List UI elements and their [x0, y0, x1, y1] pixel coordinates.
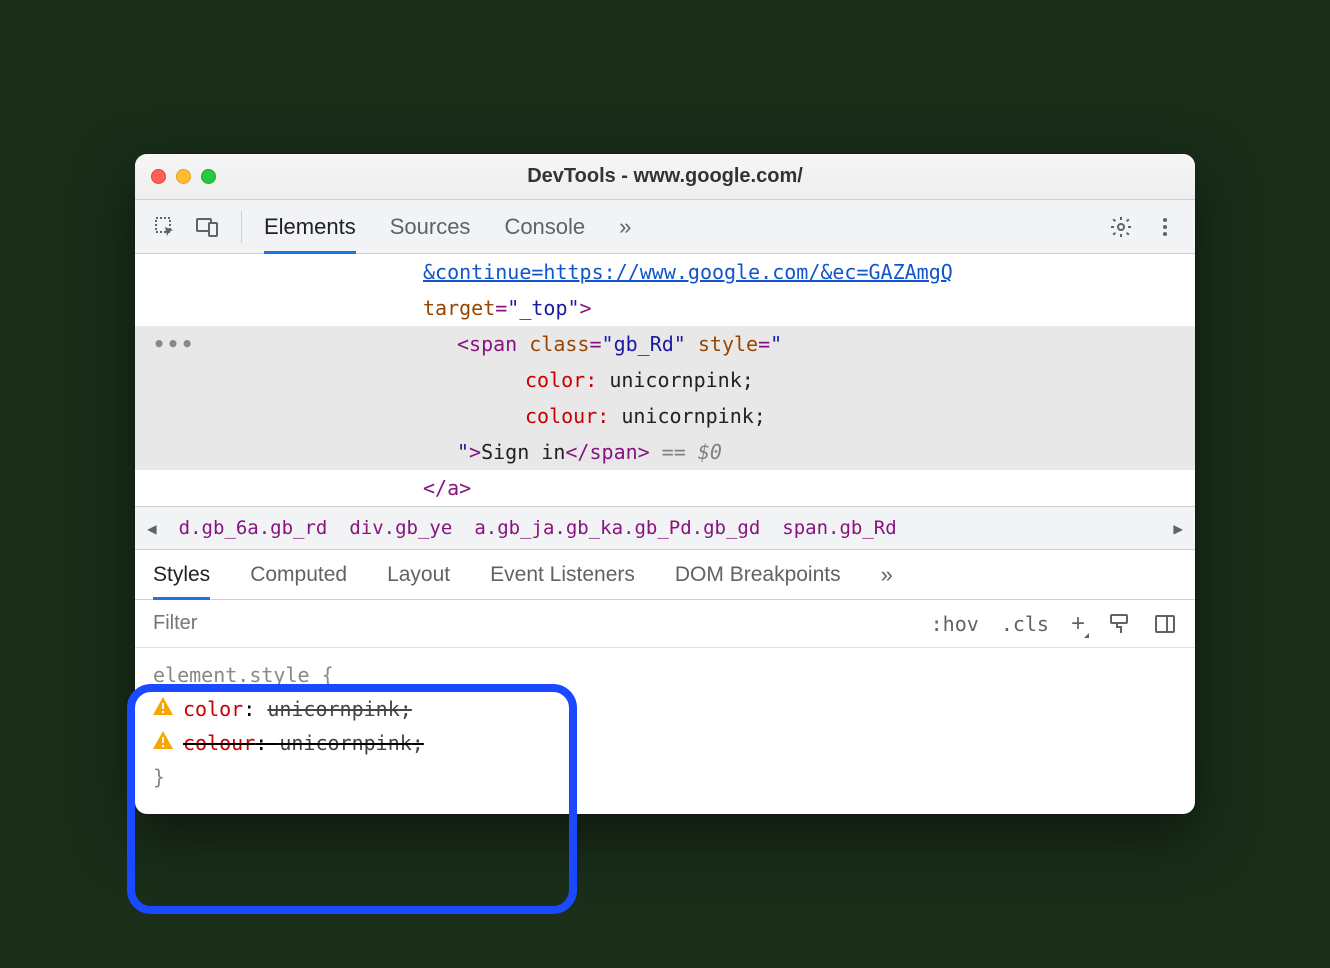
dom-tree[interactable]: &continue=https://www.google.com/&ec=GAZ…: [135, 254, 1195, 506]
styles-tab-styles[interactable]: Styles: [153, 550, 210, 599]
hov-toggle-button[interactable]: :hov: [931, 612, 979, 636]
toggle-panel-icon[interactable]: [1153, 612, 1177, 636]
tab-elements[interactable]: Elements: [264, 200, 356, 253]
styles-filter-bar: :hov .cls +: [135, 600, 1195, 648]
minimize-window-button[interactable]: [176, 169, 191, 184]
styles-rules-pane[interactable]: element.style { color: unicornpink; colo…: [135, 648, 1195, 814]
main-tabs: Elements Sources Console »: [264, 200, 1091, 253]
dom-selected-node[interactable]: ••• <span class="gb_Rd" style=" color: u…: [135, 326, 1195, 470]
dom-close-a[interactable]: </a>: [135, 470, 1195, 506]
inspect-element-icon[interactable]: [153, 215, 177, 239]
style-selector[interactable]: element.style {: [153, 658, 1177, 692]
cls-toggle-button[interactable]: .cls: [1001, 612, 1049, 636]
breadcrumb-item[interactable]: a.gb_ja.gb_ka.gb_Pd.gb_gd: [474, 517, 760, 539]
style-brace-close: }: [153, 760, 1177, 794]
style-declaration[interactable]: colour: unicornpink;: [153, 726, 1177, 760]
close-window-button[interactable]: [151, 169, 166, 184]
dom-link-fragment[interactable]: &continue=https://www.google.com/&ec=GAZ…: [135, 254, 1195, 290]
format-brush-icon[interactable]: [1107, 612, 1131, 636]
expand-ellipsis-icon[interactable]: •••: [153, 327, 195, 361]
kebab-menu-icon[interactable]: [1153, 215, 1177, 239]
window-title: DevTools - www.google.com/: [527, 165, 803, 188]
new-style-rule-button[interactable]: +: [1071, 612, 1085, 636]
styles-tab-layout[interactable]: Layout: [387, 550, 450, 599]
styles-tabs: Styles Computed Layout Event Listeners D…: [135, 550, 1195, 600]
settings-gear-icon[interactable]: [1109, 215, 1133, 239]
styles-tab-computed[interactable]: Computed: [250, 550, 347, 599]
device-toggle-icon[interactable]: [195, 215, 219, 239]
main-toolbar: Elements Sources Console »: [135, 200, 1195, 254]
breadcrumb-trail: ◀ d.gb_6a.gb_rd div.gb_ye a.gb_ja.gb_ka.…: [135, 506, 1195, 550]
styles-tab-event-listeners[interactable]: Event Listeners: [490, 550, 635, 599]
zoom-window-button[interactable]: [201, 169, 216, 184]
styles-more-tabs-button[interactable]: »: [881, 562, 893, 588]
styles-filter-input[interactable]: [153, 612, 418, 635]
style-declaration[interactable]: color: unicornpink;: [153, 692, 1177, 726]
more-tabs-button[interactable]: »: [619, 214, 631, 240]
breadcrumb-right-arrow-icon[interactable]: ▶: [1173, 519, 1183, 538]
warning-icon: [153, 697, 173, 715]
breadcrumb-item[interactable]: d.gb_6a.gb_rd: [179, 517, 328, 539]
styles-tab-dom-breakpoints[interactable]: DOM Breakpoints: [675, 550, 841, 599]
warning-icon: [153, 731, 173, 749]
breadcrumb-item[interactable]: div.gb_ye: [349, 517, 452, 539]
breadcrumb-left-arrow-icon[interactable]: ◀: [147, 519, 157, 538]
devtools-window: DevTools - www.google.com/ Elements Sour…: [135, 154, 1195, 814]
titlebar: DevTools - www.google.com/: [135, 154, 1195, 200]
tab-console[interactable]: Console: [504, 200, 585, 253]
toolbar-divider: [241, 211, 242, 243]
tab-sources[interactable]: Sources: [390, 200, 471, 253]
dom-target-attr[interactable]: target="_top">: [135, 290, 1195, 326]
traffic-lights: [151, 169, 216, 184]
breadcrumb-item-active[interactable]: span.gb_Rd: [782, 517, 896, 539]
